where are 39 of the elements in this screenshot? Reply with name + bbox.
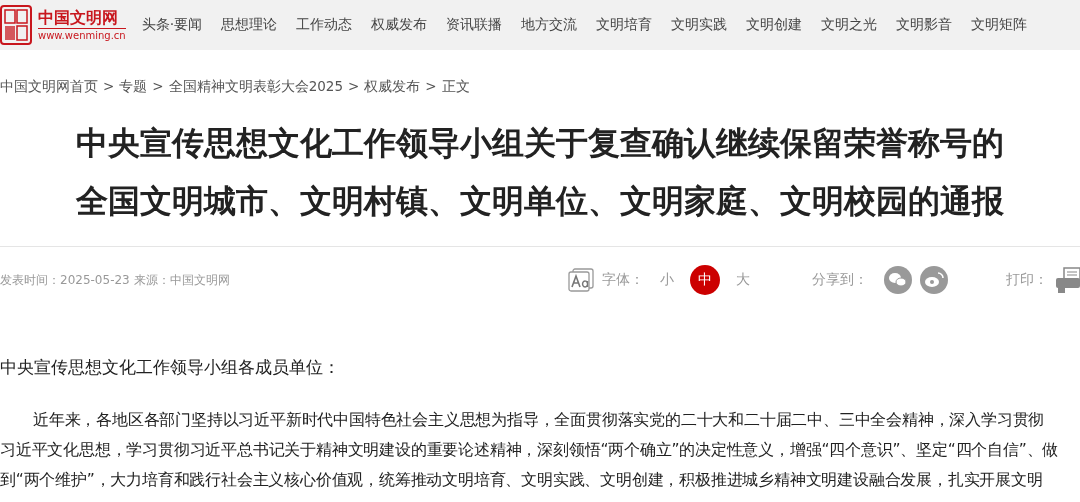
nav-link[interactable]: 权威发布: [371, 16, 428, 34]
breadcrumb-link[interactable]: 专题: [119, 78, 148, 100]
breadcrumb-separator: >: [348, 78, 360, 96]
breadcrumb-separator: >: [425, 78, 437, 96]
paragraph-line: 近年来，各地区各部门坚持以习近平新时代中国特色社会主义思想为指导，全面贯彻落实党的二十大和二十届二中、三中全会精神，深入学习贯彻: [32, 410, 1046, 431]
paragraph-line: 到“两个维护”，大力培育和践行社会主义核心价值观，统筹推动文明培育、文明实践、文明创建，积极推进城乡精神文明建设融合发展，扎实开展文明: [0, 470, 1044, 491]
nav-link[interactable]: 资讯联播: [446, 16, 503, 34]
article-title: 中央宣传思想文化工作领导小组关于复查确认继续保留荣誉称号的: [75, 124, 1005, 163]
nav-link[interactable]: 工作动态: [296, 16, 353, 34]
breadcrumb-separator: >: [103, 78, 115, 96]
breadcrumb-separator: >: [152, 78, 164, 96]
breadcrumb-link[interactable]: 全国精神文明表彰大会2025: [168, 78, 343, 100]
nav-link[interactable]: 文明实践: [671, 16, 728, 34]
weibo-share-icon[interactable]: [920, 266, 948, 294]
chat-share-icon[interactable]: [884, 266, 912, 294]
breadcrumb-link[interactable]: 权威发布: [364, 78, 421, 100]
font-size-label: 字体：: [602, 271, 644, 289]
article-title: 全国文明城市、文明村镇、文明单位、文明家庭、文明校园的通报: [75, 182, 1005, 221]
salutation-text: 中央宣传思想文化工作领导小组各成员单位：: [0, 357, 341, 379]
nav-link[interactable]: 地方交流: [521, 16, 578, 34]
share-label: 分享到：: [812, 271, 868, 289]
breadcrumb-link[interactable]: 正文: [441, 78, 470, 100]
site-url: www.wenming.cn: [38, 28, 126, 43]
nav-link[interactable]: 文明创建: [746, 16, 803, 34]
paragraph-line: 习近平文化思想，学习贯彻习近平总书记关于精神文明建设的重要论述精神，深刻领悟“两个确立”的决定性意义，增强“四个意识”、坚定“四个自信”、做: [0, 440, 1060, 461]
printer-icon[interactable]: [1056, 266, 1080, 294]
print-label: 打印：: [1006, 271, 1048, 289]
breadcrumb-link[interactable]: 中国文明网首页: [0, 78, 98, 100]
font-size-icon: [568, 268, 594, 292]
site-logo-title[interactable]: 中国文明网: [38, 7, 126, 29]
font-size-option[interactable]: 中: [690, 265, 720, 295]
nav-link[interactable]: 文明影音: [896, 16, 953, 34]
nav-link[interactable]: 文明矩阵: [971, 16, 1028, 34]
publish-info: 发表时间：2025-05-23 来源：中国文明网: [0, 271, 230, 289]
nav-link[interactable]: 文明之光: [821, 16, 878, 34]
seal-logo-icon[interactable]: [0, 5, 32, 45]
nav-link[interactable]: 思想理论: [221, 16, 278, 34]
nav-link[interactable]: 头条·要闻: [141, 16, 203, 34]
nav-link[interactable]: 文明培育: [596, 16, 653, 34]
